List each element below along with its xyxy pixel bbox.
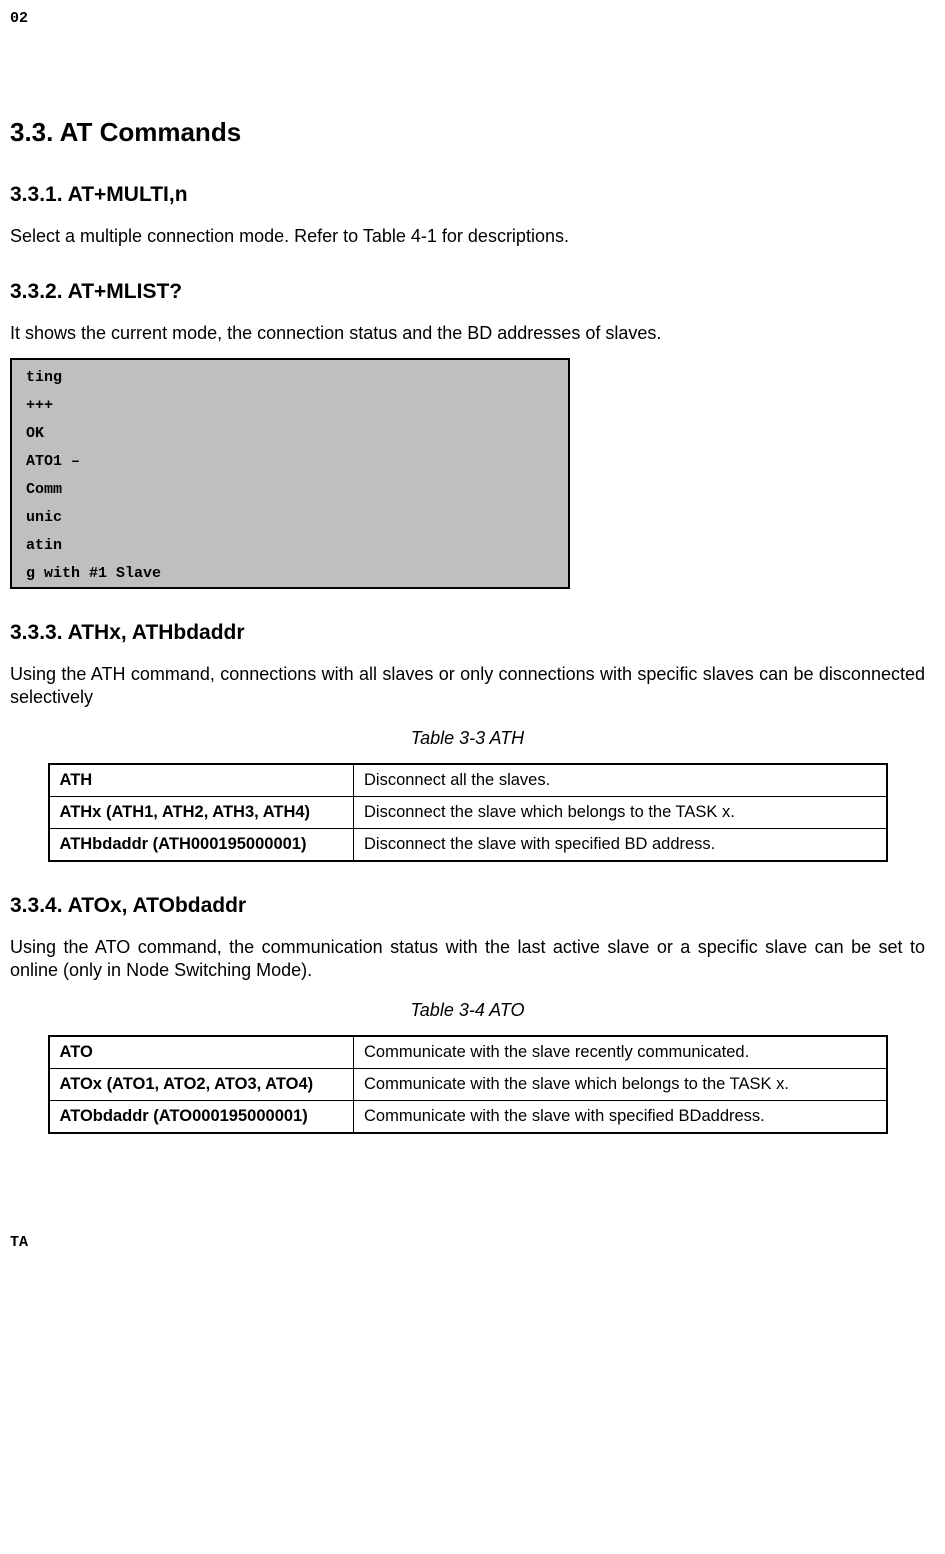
code-line: ting xyxy=(26,370,554,385)
table-row: ATHx (ATH1, ATH2, ATH3, ATH4) Disconnect… xyxy=(49,796,887,828)
subsection-heading: 3.3.2. AT+MLIST? xyxy=(10,280,925,304)
table-cell-command: ATH xyxy=(49,764,354,797)
table-cell-description: Communicate with the slave with specifie… xyxy=(354,1101,887,1134)
command-table-ato: ATO Communicate with the slave recently … xyxy=(48,1035,888,1134)
table-cell-description: Disconnect all the slaves. xyxy=(354,764,887,797)
page-header-marker: 02 xyxy=(10,10,925,27)
table-row: ATO Communicate with the slave recently … xyxy=(49,1036,887,1069)
subsection-heading: 3.3.1. AT+MULTI,n xyxy=(10,183,925,207)
paragraph: Select a multiple connection mode. Refer… xyxy=(10,225,925,248)
subsection-heading: 3.3.3. ATHx, ATHbdaddr xyxy=(10,621,925,645)
code-line: +++ xyxy=(26,398,554,413)
paragraph: Using the ATH command, connections with … xyxy=(10,663,925,710)
table-row: ATHbdaddr (ATH000195000001) Disconnect t… xyxy=(49,828,887,861)
subsection-heading: 3.3.4. ATOx, ATObdaddr xyxy=(10,894,925,918)
table-cell-description: Communicate with the slave which belongs… xyxy=(354,1069,887,1101)
code-line: unic xyxy=(26,510,554,525)
code-line: ATO1 – xyxy=(26,454,554,469)
section-heading: 3.3. AT Commands xyxy=(10,117,925,148)
code-line: atin xyxy=(26,538,554,553)
table-caption: Table 3-4 ATO xyxy=(10,1000,925,1021)
table-cell-command: ATHbdaddr (ATH000195000001) xyxy=(49,828,354,861)
table-cell-description: Disconnect the slave which belongs to th… xyxy=(354,796,887,828)
table-cell-command: ATHx (ATH1, ATH2, ATH3, ATH4) xyxy=(49,796,354,828)
table-row: ATH Disconnect all the slaves. xyxy=(49,764,887,797)
table-caption: Table 3-3 ATH xyxy=(10,728,925,749)
table-cell-description: Communicate with the slave recently comm… xyxy=(354,1036,887,1069)
code-line: g with #1 Slave xyxy=(26,566,554,581)
table-cell-command: ATOx (ATO1, ATO2, ATO3, ATO4) xyxy=(49,1069,354,1101)
table-row: ATOx (ATO1, ATO2, ATO3, ATO4) Communicat… xyxy=(49,1069,887,1101)
code-block: ting +++ OK ATO1 – Comm unic atin g with… xyxy=(10,358,570,589)
table-cell-description: Disconnect the slave with specified BD a… xyxy=(354,828,887,861)
table-cell-command: ATObdaddr (ATO000195000001) xyxy=(49,1101,354,1134)
paragraph: It shows the current mode, the connectio… xyxy=(10,322,925,345)
code-line: Comm xyxy=(26,482,554,497)
table-cell-command: ATO xyxy=(49,1036,354,1069)
command-table-ath: ATH Disconnect all the slaves. ATHx (ATH… xyxy=(48,763,888,862)
paragraph: Using the ATO command, the communication… xyxy=(10,936,925,983)
page-footer-marker: TA xyxy=(10,1234,925,1251)
table-row: ATObdaddr (ATO000195000001) Communicate … xyxy=(49,1101,887,1134)
code-line: OK xyxy=(26,426,554,441)
